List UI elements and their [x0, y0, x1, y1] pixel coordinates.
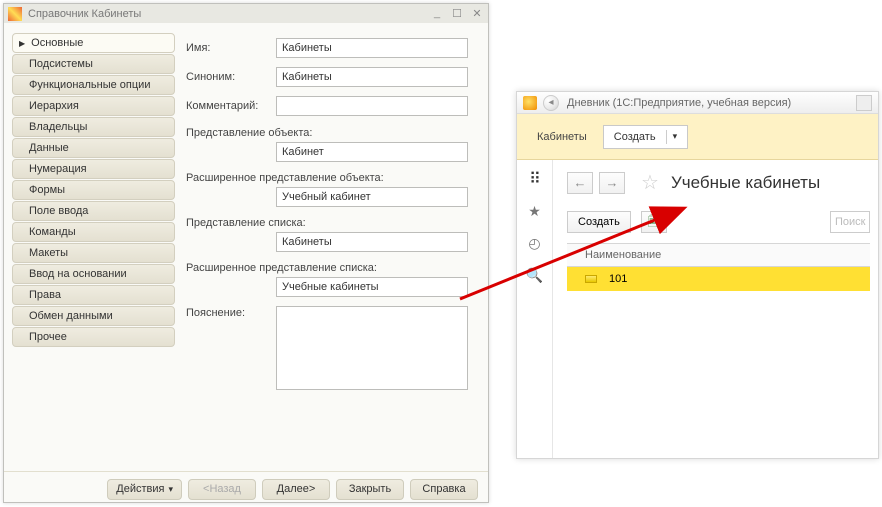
grid-icon[interactable]: ⠿ [526, 170, 544, 188]
next-button[interactable]: Далее> [262, 479, 330, 500]
nav-item-2[interactable]: Функциональные опции [12, 75, 175, 95]
find-by-current-icon[interactable]: 🗐 [641, 211, 667, 233]
actions-button[interactable]: Действия [107, 479, 182, 500]
designer-window: Справочник Кабинеты _ ☐ ✕ ОсновныеПодсис… [3, 3, 489, 503]
table-icon [8, 7, 22, 21]
chevron-left-icon[interactable]: ◂ [543, 95, 559, 111]
ent-main: ← → ☆ Учебные кабинеты Создать 🗐 Поиск Н… [553, 160, 878, 458]
explanation-textarea[interactable] [276, 306, 468, 390]
list-create-button[interactable]: Создать [567, 211, 631, 233]
extlist-input[interactable] [276, 277, 468, 297]
synonym-label: Синоним: [186, 71, 276, 83]
nav-item-11[interactable]: Ввод на основании [12, 264, 175, 284]
sysmenu-icon[interactable] [856, 95, 872, 111]
nav-item-14[interactable]: Прочее [12, 327, 175, 347]
nav-item-4[interactable]: Владельцы [12, 117, 175, 137]
extobj-input[interactable] [276, 187, 468, 207]
tab-cabinets[interactable]: Кабинеты [537, 131, 587, 143]
ent-toolbar: Кабинеты Создать ▾ [517, 114, 878, 160]
comment-label: Комментарий: [186, 100, 276, 112]
synonym-input[interactable] [276, 67, 468, 87]
nav-item-3[interactable]: Иерархия [12, 96, 175, 116]
grid-header: Наименование [567, 243, 870, 267]
star-icon[interactable]: ★ [526, 202, 544, 220]
objrep-input[interactable] [276, 142, 468, 162]
form-panel: Имя: Синоним: Комментарий: Представление… [180, 23, 488, 471]
footer-bar: Действия <Назад Далее> Закрыть Справка [4, 471, 488, 502]
extobj-label: Расширенное представление объекта: [186, 172, 468, 184]
ent-window-title: Дневник (1С:Предприятие, учебная версия) [567, 97, 791, 109]
item-icon [585, 275, 597, 283]
row-value: 101 [609, 273, 627, 285]
nav-item-5[interactable]: Данные [12, 138, 175, 158]
extlist-label: Расширенное представление списка: [186, 262, 468, 274]
maximize-icon[interactable]: ☐ [450, 7, 464, 20]
objrep-label: Представление объекта: [186, 127, 468, 139]
comment-input[interactable] [276, 96, 468, 116]
history-back-button[interactable]: ← [567, 172, 593, 194]
close-icon[interactable]: ✕ [470, 7, 484, 20]
history-forward-button[interactable]: → [599, 172, 625, 194]
minimize-icon[interactable]: _ [430, 7, 444, 20]
name-label: Имя: [186, 42, 276, 54]
nav-item-7[interactable]: Формы [12, 180, 175, 200]
left-rail: ⠿ ★ ◴ 🔍 [517, 160, 553, 458]
nav-item-13[interactable]: Обмен данными [12, 306, 175, 326]
clock-icon[interactable]: ◴ [526, 234, 544, 252]
close-button[interactable]: Закрыть [336, 479, 404, 500]
nav-item-9[interactable]: Команды [12, 222, 175, 242]
ent-title-bar: ◂ Дневник (1С:Предприятие, учебная верси… [517, 92, 878, 114]
listrep-input[interactable] [276, 232, 468, 252]
back-button[interactable]: <Назад [188, 479, 256, 500]
search-icon[interactable]: 🔍 [526, 266, 544, 284]
window-title-bar: Справочник Кабинеты _ ☐ ✕ [4, 4, 488, 23]
nav-item-1[interactable]: Подсистемы [12, 54, 175, 74]
nav-panel: ОсновныеПодсистемыФункциональные опцииИе… [4, 23, 180, 471]
col-name: Наименование [585, 249, 661, 261]
toolbar-create-label: Создать [614, 131, 656, 143]
listrep-label: Представление списка: [186, 217, 468, 229]
chevron-down-icon: ▾ [673, 131, 678, 142]
name-input[interactable] [276, 38, 468, 58]
favorite-star-icon[interactable]: ☆ [641, 170, 659, 195]
nav-item-0[interactable]: Основные [12, 33, 175, 53]
nav-item-8[interactable]: Поле ввода [12, 201, 175, 221]
window-title: Справочник Кабинеты [28, 8, 430, 20]
nav-item-12[interactable]: Права [12, 285, 175, 305]
nav-item-10[interactable]: Макеты [12, 243, 175, 263]
page-title: Учебные кабинеты [671, 173, 820, 193]
table-row[interactable]: 101 [567, 267, 870, 291]
nav-item-6[interactable]: Нумерация [12, 159, 175, 179]
enterprise-window: ◂ Дневник (1С:Предприятие, учебная верси… [516, 91, 879, 459]
toolbar-create-button[interactable]: Создать ▾ [603, 125, 688, 149]
help-button[interactable]: Справка [410, 479, 478, 500]
expl-label: Пояснение: [186, 307, 270, 319]
search-input[interactable]: Поиск [830, 211, 870, 233]
oneC-icon [523, 96, 537, 110]
